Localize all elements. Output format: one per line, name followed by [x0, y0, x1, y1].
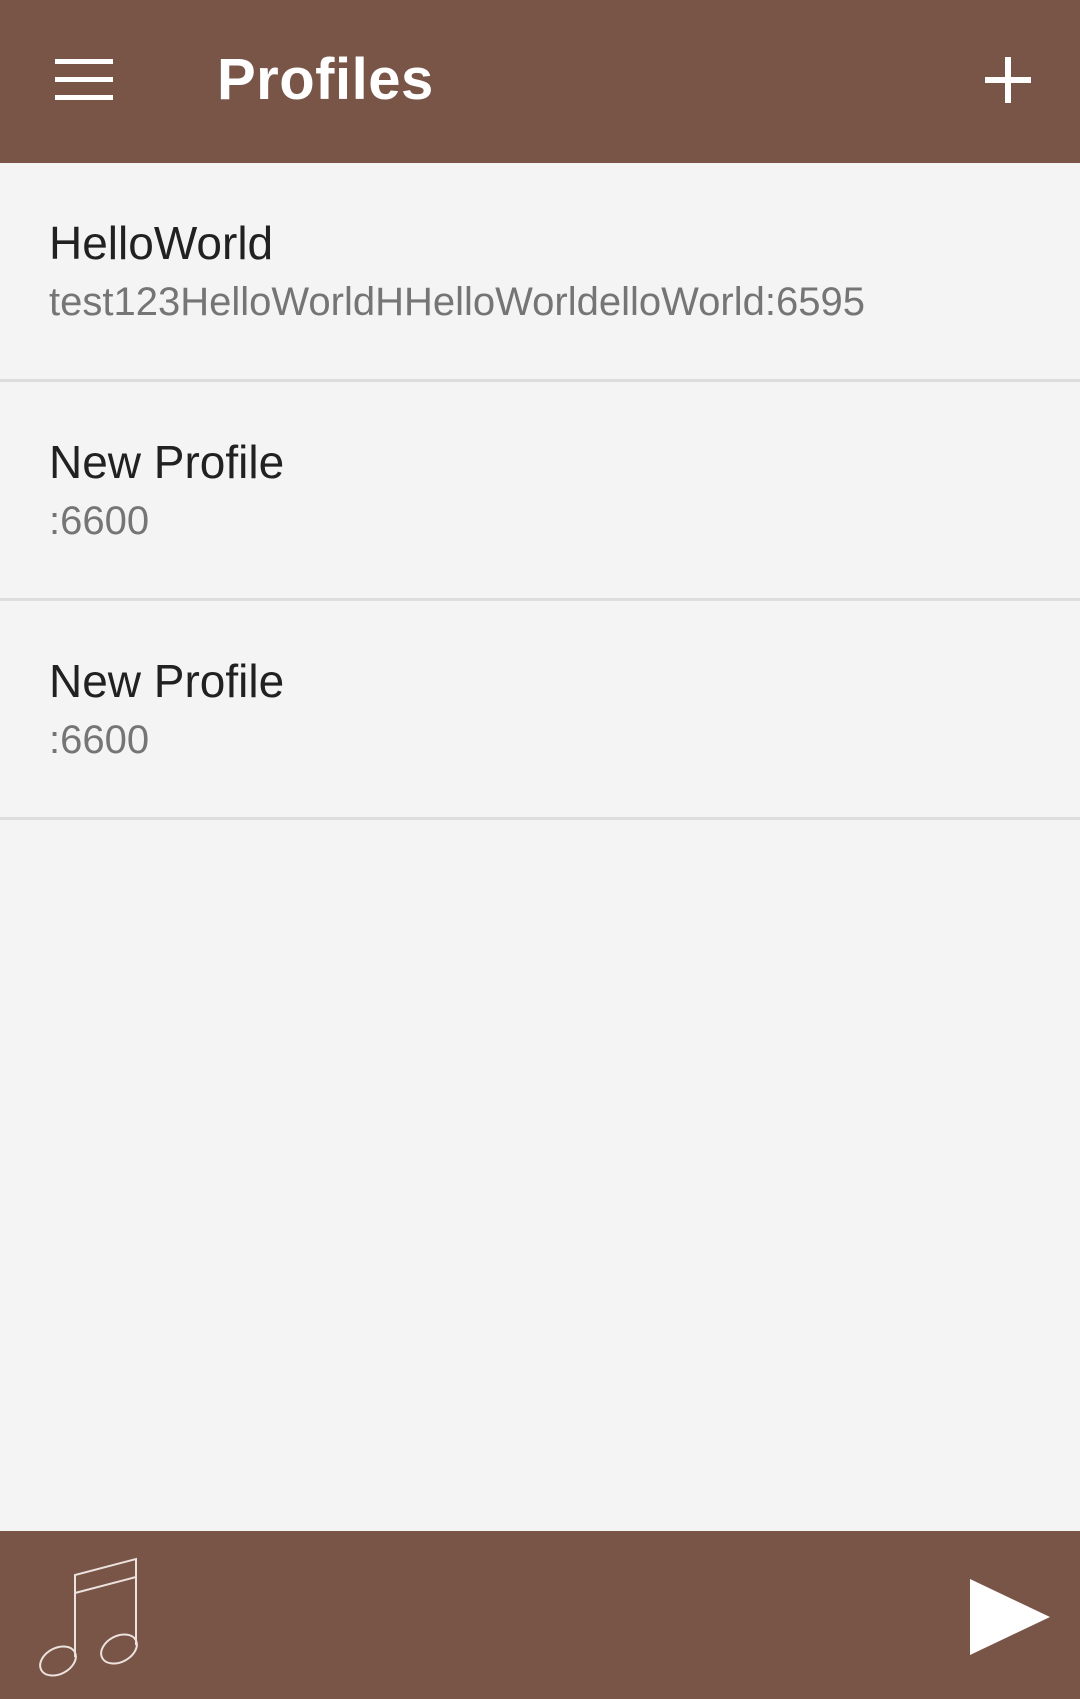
profile-list-item[interactable]: New Profile :6600 [0, 382, 1080, 601]
player-bar [0, 1531, 1080, 1699]
profile-list: HelloWorld test123HelloWorldHHelloWorlde… [0, 163, 1080, 820]
page-title: Profiles [217, 47, 434, 112]
profile-list-item[interactable]: HelloWorld test123HelloWorldHHelloWorlde… [0, 163, 1080, 382]
menu-button[interactable] [40, 36, 128, 124]
profile-detail: :6600 [49, 718, 150, 762]
profile-detail: :6600 [49, 499, 150, 543]
menu-icon [55, 59, 113, 100]
play-icon[interactable] [960, 1569, 1056, 1665]
music-note-icon [39, 1557, 138, 1677]
profile-detail: test123HelloWorldHHelloWorldelloWorld:65… [49, 280, 865, 324]
profile-list-item[interactable]: New Profile :6600 [0, 601, 1080, 820]
add-profile-button[interactable] [964, 36, 1052, 124]
profile-name: HelloWorld [49, 217, 274, 269]
profile-name: New Profile [49, 436, 285, 488]
plus-icon [985, 57, 1031, 103]
profile-name: New Profile [49, 655, 285, 707]
app-bar: Profiles [0, 0, 1080, 163]
